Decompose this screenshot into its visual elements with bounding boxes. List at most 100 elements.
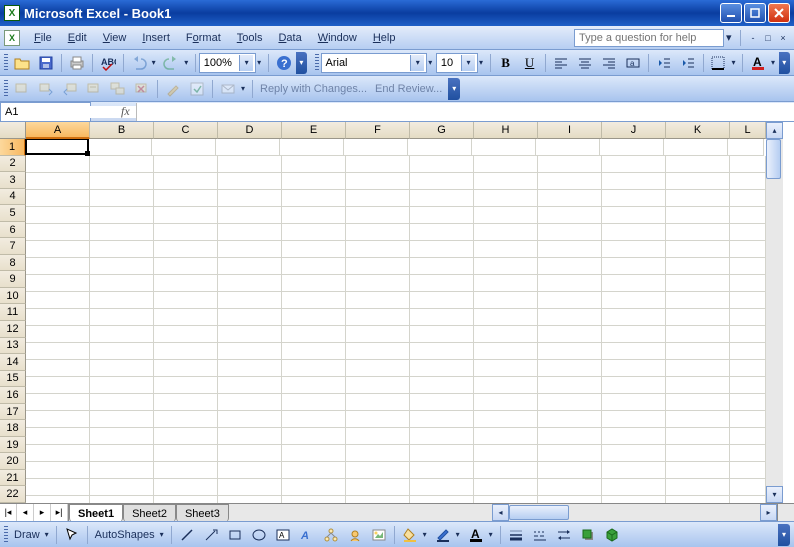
cell[interactable] <box>410 428 474 445</box>
cell[interactable] <box>474 462 538 479</box>
column-header[interactable]: D <box>218 122 282 139</box>
cell[interactable] <box>282 428 346 445</box>
cell[interactable] <box>90 241 154 258</box>
cell[interactable] <box>346 377 410 394</box>
new-comment-button[interactable] <box>11 78 33 100</box>
select-objects-button[interactable] <box>61 524 83 546</box>
cell[interactable] <box>666 326 730 343</box>
align-right-button[interactable] <box>598 52 620 74</box>
cell[interactable] <box>26 445 90 462</box>
fx-icon[interactable]: fx <box>91 104 136 119</box>
cell[interactable] <box>218 377 282 394</box>
cell[interactable] <box>218 411 282 428</box>
cell[interactable] <box>730 224 766 241</box>
cell[interactable] <box>346 241 410 258</box>
cell[interactable] <box>666 275 730 292</box>
row-header[interactable]: 10 <box>0 288 26 305</box>
formula-input[interactable] <box>136 103 794 121</box>
cell[interactable] <box>154 190 218 207</box>
diagram-button[interactable] <box>320 524 342 546</box>
cell[interactable] <box>410 224 474 241</box>
cell[interactable] <box>410 207 474 224</box>
cell[interactable] <box>730 275 766 292</box>
cell[interactable] <box>154 156 218 173</box>
cell[interactable] <box>282 275 346 292</box>
cell[interactable] <box>282 411 346 428</box>
toolbar-overflow-button[interactable]: ▾ <box>779 52 790 74</box>
cell[interactable] <box>666 309 730 326</box>
cell[interactable] <box>410 394 474 411</box>
maximize-button[interactable] <box>744 3 766 23</box>
cell[interactable] <box>410 411 474 428</box>
menu-view[interactable]: View <box>95 30 135 46</box>
cell[interactable] <box>602 326 666 343</box>
cell[interactable] <box>730 428 766 445</box>
cell[interactable] <box>408 139 472 156</box>
toolbar-grip-icon[interactable] <box>315 54 319 72</box>
cell[interactable] <box>538 173 602 190</box>
next-comment-button[interactable] <box>35 78 57 100</box>
cell[interactable] <box>666 445 730 462</box>
cell[interactable] <box>666 292 730 309</box>
dropdown-arrow-icon[interactable]: ▾ <box>461 55 475 71</box>
align-center-button[interactable] <box>574 52 596 74</box>
cell[interactable] <box>602 156 666 173</box>
cell[interactable] <box>602 377 666 394</box>
cell[interactable] <box>602 224 666 241</box>
cell[interactable] <box>666 377 730 394</box>
cell[interactable] <box>26 462 90 479</box>
cell[interactable] <box>282 207 346 224</box>
cell[interactable] <box>282 394 346 411</box>
cell[interactable] <box>602 343 666 360</box>
line-color-button[interactable] <box>432 524 454 546</box>
clipart-button[interactable] <box>344 524 366 546</box>
cell[interactable] <box>474 326 538 343</box>
cell[interactable] <box>218 207 282 224</box>
close-button[interactable] <box>768 3 790 23</box>
cell[interactable] <box>26 258 90 275</box>
cell[interactable] <box>538 258 602 275</box>
row-header[interactable]: 7 <box>0 238 26 255</box>
undo-dropdown-icon[interactable]: ▾ <box>152 58 160 67</box>
menu-help[interactable]: Help <box>365 30 404 46</box>
cell[interactable] <box>410 479 474 496</box>
cell[interactable] <box>90 462 154 479</box>
cell[interactable] <box>346 258 410 275</box>
scroll-down-button[interactable]: ▾ <box>766 486 783 503</box>
show-all-comments-button[interactable] <box>107 78 129 100</box>
cell[interactable] <box>154 326 218 343</box>
cell[interactable] <box>346 343 410 360</box>
cell[interactable] <box>90 309 154 326</box>
cell[interactable] <box>90 428 154 445</box>
cell[interactable] <box>218 394 282 411</box>
cell[interactable] <box>538 241 602 258</box>
align-left-button[interactable] <box>550 52 572 74</box>
cell[interactable] <box>346 394 410 411</box>
cell[interactable] <box>730 377 766 394</box>
draw-dropdown-icon[interactable]: ▾ <box>45 530 53 539</box>
doc-close-button[interactable]: × <box>776 31 790 45</box>
column-header[interactable]: F <box>346 122 410 139</box>
update-button[interactable] <box>186 78 208 100</box>
scroll-left-button[interactable]: ◂ <box>492 504 509 521</box>
cell[interactable] <box>538 156 602 173</box>
cell[interactable] <box>474 275 538 292</box>
cell[interactable] <box>410 258 474 275</box>
cell[interactable] <box>474 156 538 173</box>
cell[interactable] <box>90 479 154 496</box>
toolbar-overflow-button[interactable]: ▾ <box>778 524 790 546</box>
cell[interactable] <box>538 462 602 479</box>
cell[interactable] <box>474 496 538 503</box>
cell[interactable] <box>26 496 90 503</box>
cell[interactable] <box>218 224 282 241</box>
borders-dropdown-icon[interactable]: ▾ <box>731 58 739 67</box>
font-color-button[interactable]: A <box>747 52 769 74</box>
cell[interactable] <box>90 258 154 275</box>
cell[interactable] <box>730 411 766 428</box>
cell[interactable] <box>474 445 538 462</box>
autoshapes-dropdown-icon[interactable]: ▾ <box>160 530 168 539</box>
cell[interactable] <box>90 292 154 309</box>
3d-style-button[interactable] <box>601 524 623 546</box>
cell[interactable] <box>282 377 346 394</box>
toolbar-grip-icon[interactable] <box>4 526 8 544</box>
